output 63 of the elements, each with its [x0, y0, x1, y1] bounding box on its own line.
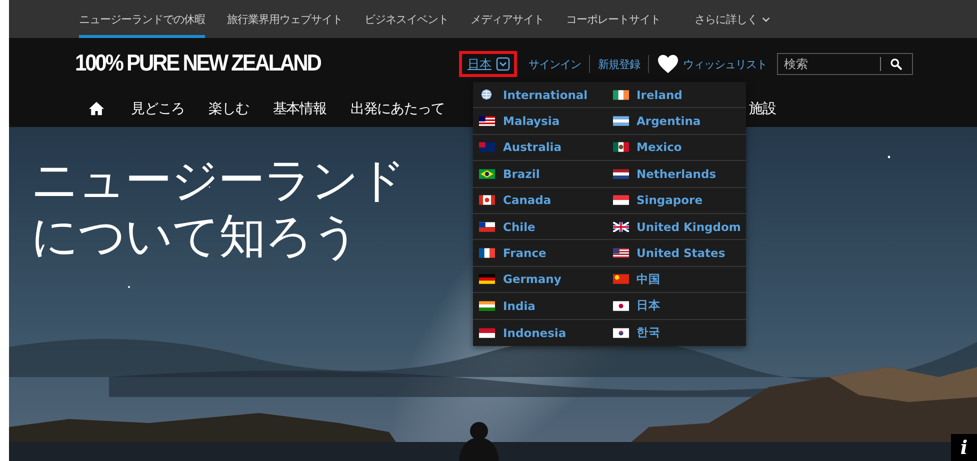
- flag-icon: [612, 142, 628, 152]
- top-bar-link[interactable]: メディアサイト: [470, 0, 544, 38]
- hero-title: ニュージーランド について知ろう: [31, 153, 405, 265]
- flag-icon: [612, 222, 628, 232]
- language-option[interactable]: Chile: [473, 214, 610, 240]
- flag-icon: [479, 222, 495, 232]
- chevron-icon: [762, 16, 770, 22]
- language-option[interactable]: United States: [610, 240, 746, 267]
- caret-icon: [496, 57, 510, 71]
- flag-icon: [612, 300, 628, 311]
- top-bar-link[interactable]: コーポレートサイト: [566, 0, 660, 38]
- home-icon[interactable]: [88, 101, 105, 116]
- language-option[interactable]: 日本: [610, 293, 746, 320]
- language-option[interactable]: Singapore: [610, 188, 746, 214]
- flag-icon: [479, 274, 495, 284]
- flag-icon: [612, 195, 628, 206]
- nav-link[interactable]: 見どころ: [131, 100, 185, 118]
- wishlist-link[interactable]: ウィッシュリスト: [657, 54, 767, 74]
- language-option[interactable]: India: [473, 293, 610, 320]
- language-option[interactable]: Mexico: [610, 134, 746, 162]
- flag-icon: [479, 328, 495, 338]
- info-button[interactable]: i: [951, 434, 977, 461]
- flag-icon: [612, 90, 628, 100]
- language-option[interactable]: Indonesia: [473, 320, 610, 346]
- flag-icon: [479, 168, 495, 179]
- search-field[interactable]: 検索: [777, 53, 913, 75]
- nav-link[interactable]: 施設: [749, 100, 776, 118]
- language-option[interactable]: Germany: [473, 266, 610, 294]
- flag-icon: [612, 168, 628, 179]
- flag-icon: [479, 300, 495, 311]
- flag-icon: [612, 328, 628, 338]
- globe-icon: [481, 89, 492, 100]
- language-option[interactable]: 中国: [610, 266, 746, 294]
- language-option[interactable]: 한국: [610, 320, 746, 346]
- search-icon[interactable]: [890, 58, 902, 70]
- language-option[interactable]: Canada: [473, 188, 610, 214]
- language-selector[interactable]: 日本: [458, 51, 516, 77]
- sign-in-link[interactable]: サインイン: [528, 56, 581, 72]
- nav-link[interactable]: 基本情報: [272, 100, 326, 118]
- flag-icon: [479, 142, 495, 152]
- language-option[interactable]: Brazil: [473, 161, 610, 188]
- flag-icon: [479, 195, 495, 206]
- language-option[interactable]: Ireland: [610, 82, 746, 108]
- flag-icon: [612, 248, 628, 258]
- language-option[interactable]: France: [473, 240, 610, 267]
- language-option[interactable]: Netherlands: [610, 161, 746, 188]
- language-option[interactable]: Malaysia: [473, 108, 610, 135]
- language-option[interactable]: United Kingdom: [610, 214, 746, 240]
- flag-icon: [612, 116, 628, 126]
- nav-link[interactable]: 楽しむ: [208, 100, 249, 118]
- top-bar-link[interactable]: 旅行業界用ウェブサイト: [227, 0, 342, 38]
- heart-icon: [657, 54, 679, 74]
- register-link[interactable]: 新規登録: [598, 56, 640, 72]
- language-option[interactable]: Argentina: [610, 108, 746, 135]
- language-option[interactable]: International: [473, 82, 610, 108]
- language-option[interactable]: Australia: [473, 134, 610, 162]
- flag-icon: [479, 248, 495, 258]
- nav-link[interactable]: 出発にあたって: [350, 100, 444, 118]
- top-bar-link[interactable]: ビジネスイベント: [364, 0, 448, 38]
- flag-icon: [479, 116, 495, 126]
- logo[interactable]: 100% PURE NEW ZEALAND: [75, 50, 320, 78]
- top-bar-link[interactable]: さらに詳しく: [694, 0, 770, 38]
- flag-icon: [612, 274, 628, 284]
